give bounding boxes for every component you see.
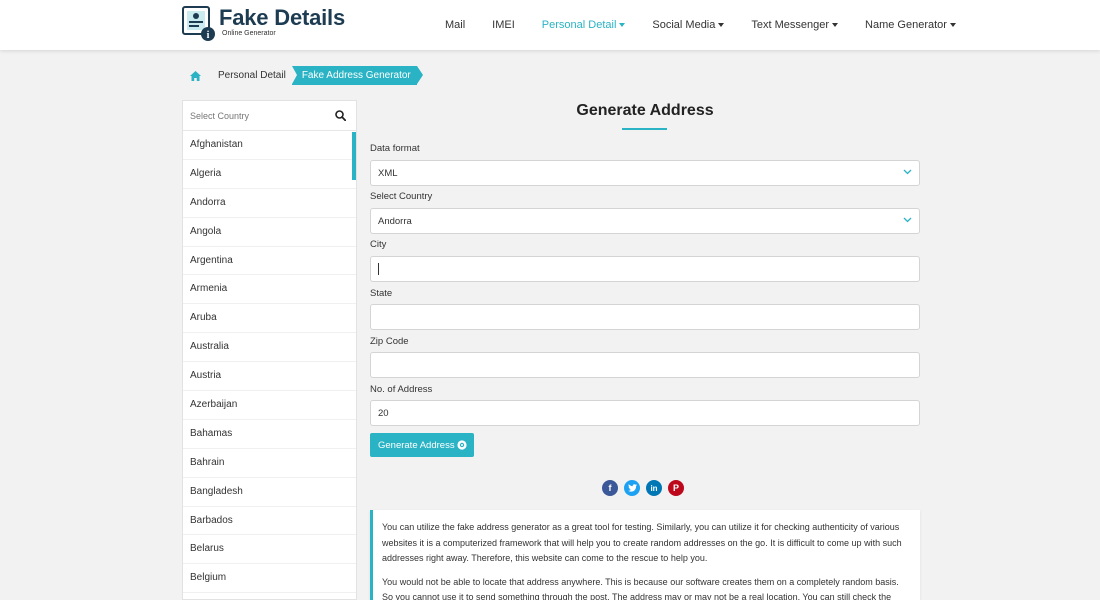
nav-item-name-generator[interactable]: Name Generator <box>865 19 956 31</box>
caret-down-icon <box>718 23 725 27</box>
breadcrumb-current: Fake Address Generator <box>291 66 423 85</box>
nav-label: Mail <box>445 19 466 31</box>
country-item[interactable]: Bangladesh <box>183 478 356 507</box>
search-icon[interactable] <box>335 110 346 121</box>
country-select-value: Andorra <box>378 215 412 227</box>
address-count-input[interactable]: 20 <box>370 400 920 426</box>
breadcrumb: Personal Detail Fake Address Generator <box>182 66 423 85</box>
caret-down-icon <box>832 23 839 27</box>
top-header: i Fake Details Online Generator Mail IMEI… <box>0 0 1100 50</box>
nav-label: IMEI <box>492 19 515 31</box>
twitter-icon[interactable] <box>624 480 640 496</box>
page-title: Generate Address <box>576 102 714 119</box>
caret-down-icon <box>949 23 956 27</box>
address-count-value: 20 <box>378 407 389 419</box>
nav-item-personal-detail[interactable]: Personal Detail <box>542 19 626 31</box>
country-item[interactable]: Armenia <box>183 275 356 305</box>
nav-item-imei[interactable]: IMEI <box>492 19 515 31</box>
breadcrumb-parent[interactable]: Personal Detail <box>208 66 292 85</box>
country-search-input[interactable] <box>190 110 320 121</box>
country-search <box>183 101 356 131</box>
brand-title: Fake Details <box>219 5 346 30</box>
info-description: You can utilize the fake address generat… <box>370 510 920 600</box>
text-cursor <box>378 263 379 275</box>
site-logo[interactable]: i Fake Details Online Generator <box>182 6 345 42</box>
data-format-label: Data format <box>370 143 420 154</box>
info-paragraph-2: You would not be able to locate that add… <box>382 576 899 600</box>
city-input[interactable] <box>370 256 920 282</box>
nav-label: Social Media <box>652 19 716 31</box>
title-underline <box>622 128 667 130</box>
caret-down-icon <box>619 23 626 27</box>
chevron-down-icon <box>903 169 912 175</box>
country-item[interactable]: Algeria <box>183 160 356 189</box>
gear-icon <box>457 440 467 450</box>
facebook-icon[interactable]: f <box>602 480 618 496</box>
nav-item-text-messenger[interactable]: Text Messenger <box>751 19 839 31</box>
country-sidebar: AfghanistanAlgeriaAndorraAngolaArgentina… <box>182 100 357 600</box>
country-item[interactable]: Aruba <box>183 304 356 334</box>
nav-item-mail[interactable]: Mail <box>445 19 465 31</box>
country-select[interactable]: Andorra <box>370 208 920 234</box>
data-format-value: XML <box>378 167 398 179</box>
nav-label: Name Generator <box>865 19 947 31</box>
country-item[interactable]: Angola <box>183 218 356 247</box>
chevron-down-icon <box>903 217 912 223</box>
home-icon <box>189 70 201 81</box>
generate-address-button[interactable]: Generate Address <box>370 433 474 457</box>
city-label: City <box>370 239 387 250</box>
country-item[interactable]: Belgium <box>183 564 356 594</box>
country-item[interactable]: Barbados <box>183 507 356 536</box>
zip-label: Zip Code <box>370 336 409 347</box>
country-item[interactable]: Belarus <box>183 535 356 565</box>
country-item[interactable]: Andorra <box>183 189 356 218</box>
sidebar-scrollbar[interactable] <box>352 132 356 180</box>
country-item[interactable]: Argentina <box>183 247 356 276</box>
svg-text:i: i <box>207 30 210 41</box>
country-item[interactable]: Austria <box>183 362 356 392</box>
breadcrumb-home[interactable] <box>182 66 208 85</box>
state-label: State <box>370 288 393 299</box>
country-label: Select Country <box>370 191 433 202</box>
country-item[interactable]: Australia <box>183 333 356 363</box>
generate-button-label: Generate Address <box>378 439 455 451</box>
nav-item-social-media[interactable]: Social Media <box>652 19 725 31</box>
zip-input[interactable] <box>370 352 920 378</box>
data-format-select[interactable]: XML <box>370 160 920 186</box>
country-item[interactable]: Bahrain <box>183 449 356 478</box>
pinterest-icon[interactable]: P <box>668 480 684 496</box>
main-nav: Mail IMEI Personal Detail Social Media Text … <box>445 0 983 50</box>
info-paragraph-1: You can utilize the fake address generat… <box>382 522 902 563</box>
brand-subtitle: Online Generator <box>222 30 276 37</box>
country-item[interactable]: Afghanistan <box>183 131 356 160</box>
country-item[interactable]: Bahamas <box>183 420 356 449</box>
state-input[interactable] <box>370 304 920 330</box>
linkedin-icon[interactable]: in <box>646 480 662 496</box>
social-share: f in P <box>602 480 690 496</box>
logo-icon: i <box>182 6 216 42</box>
country-list: Afghanistan Algeria Andorra Angola Argentina… <box>183 131 356 594</box>
country-item[interactable]: Azerbaijan <box>183 391 356 420</box>
nav-label: Personal Detail <box>541 19 617 31</box>
nav-label: Text Messenger <box>751 19 830 31</box>
address-count-label: No. of Address <box>370 384 433 395</box>
